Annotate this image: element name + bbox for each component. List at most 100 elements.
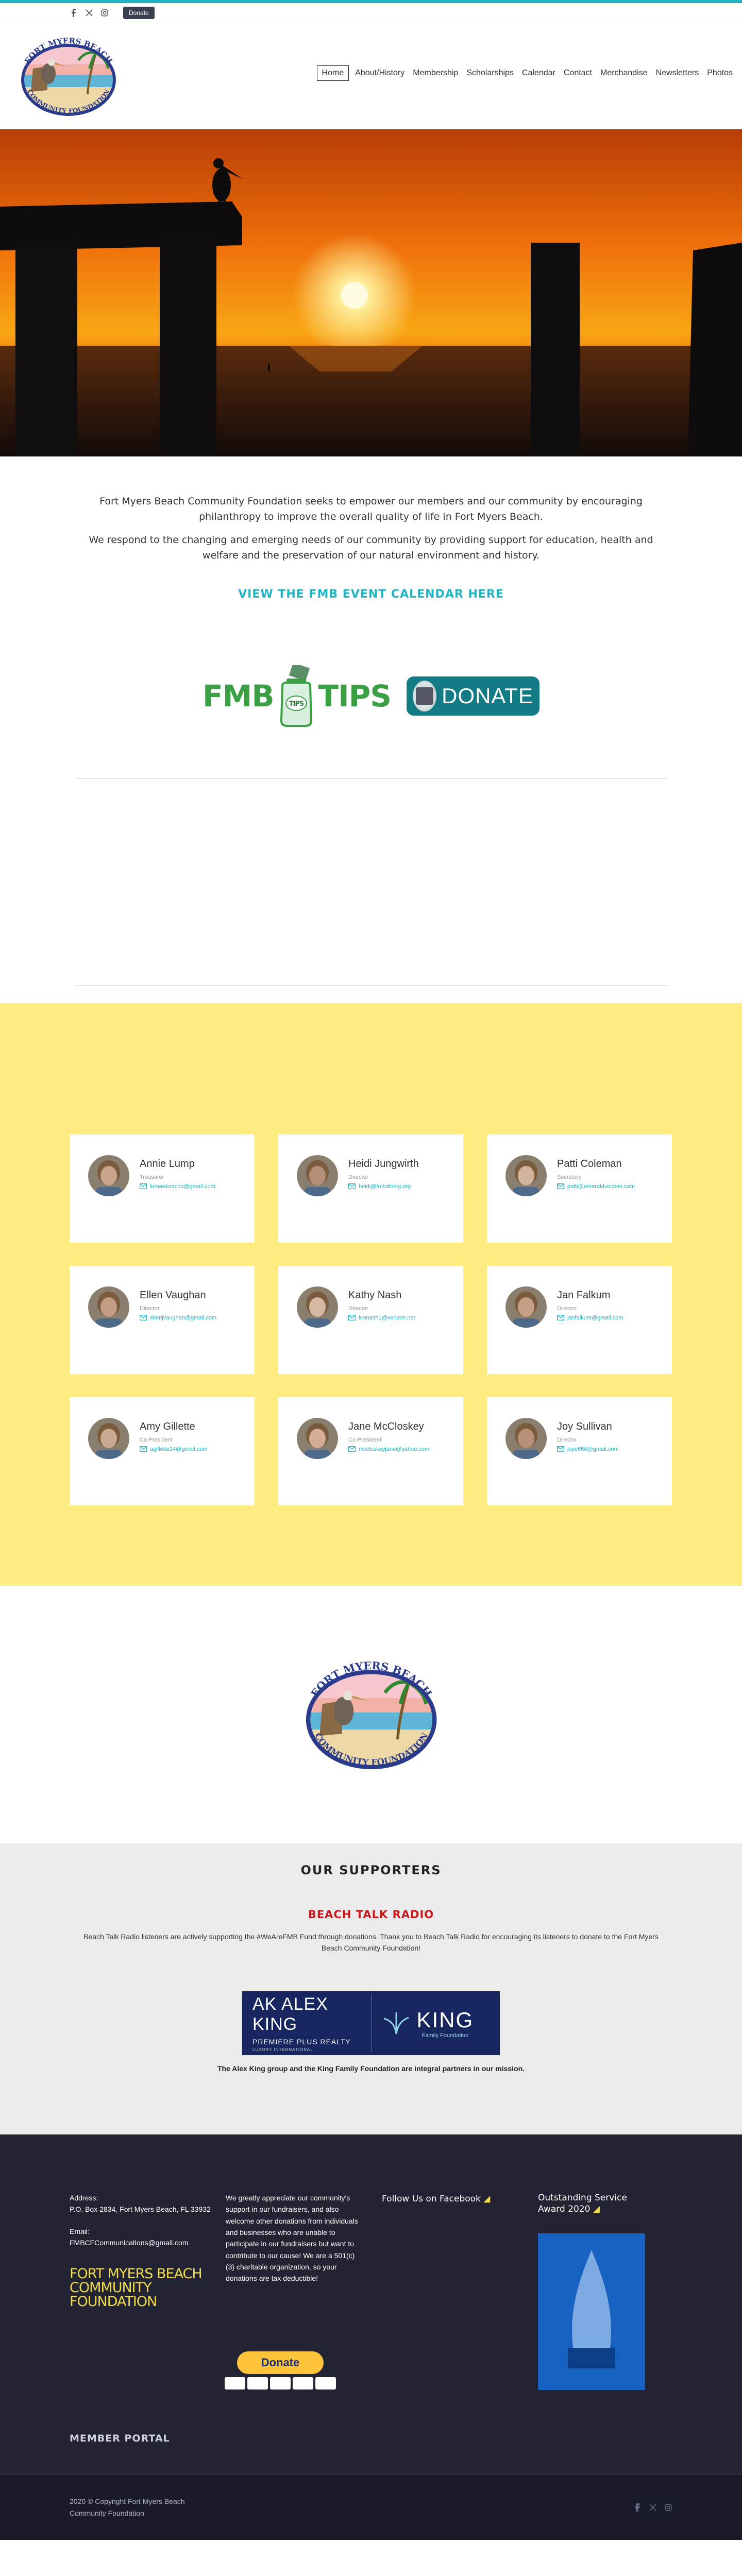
event-calendar-link[interactable]: VIEW THE FMB EVENT CALENDAR HERE: [238, 585, 504, 603]
member-role: Director: [348, 1174, 368, 1180]
member-email[interactable]: lumaekoacho@gmail.com: [140, 1183, 215, 1190]
cursor-icon: ◢: [483, 2193, 491, 2204]
paypal-donate: Donate: [225, 2351, 336, 2389]
site-logo[interactable]: FORT MYERS BEACH COMMUNITY FOUNDATION: [10, 32, 126, 120]
member-info: Jane McCloskey Co-President mccloskeyjane@…: [348, 1418, 429, 1452]
member-info: Annie Lump Treasurer lumaekoacho@gmail.com: [140, 1155, 215, 1190]
member-info: Amy Gillette Co-President agillette24@gmai…: [140, 1418, 207, 1452]
mastercard-icon: [247, 2377, 268, 2389]
member-email-text: agillette24@gmail.com: [150, 1446, 208, 1452]
maestro-icon: [270, 2377, 291, 2389]
avatar: [88, 1286, 129, 1328]
member-info: Ellen Vaughan Director ellenjvaughan@gmail…: [140, 1286, 216, 1321]
avatar: [297, 1155, 338, 1196]
board-member-card: Jane McCloskey Co-President mccloskeyjane@…: [278, 1397, 463, 1505]
member-portal-link[interactable]: MEMBER PORTAL: [70, 2433, 170, 2444]
nav-calendar[interactable]: Calendar: [518, 65, 560, 81]
board-member-card: Heidi Jungwirth Director heidi@fmbdining.o…: [278, 1134, 463, 1243]
paypal-donate-button[interactable]: Donate: [237, 2351, 324, 2374]
instagram-icon[interactable]: [100, 9, 109, 17]
member-role: Treasurer: [140, 1174, 164, 1180]
email-value[interactable]: FMBCFCommunications@gmail.com: [70, 2237, 226, 2248]
member-name: Amy Gillette: [140, 1420, 195, 1432]
member-email[interactable]: ellenjvaughan@gmail.com: [140, 1315, 216, 1321]
fmb-tips-fmb-text: FMB: [203, 678, 275, 714]
board-member-card: Annie Lump Treasurer lumaekoacho@gmail.com: [70, 1134, 255, 1243]
member-name: Jan Falkum: [557, 1289, 611, 1301]
envelope-icon: [557, 1446, 564, 1452]
thanks-text: We greatly appreciate our community's su…: [226, 2193, 358, 2283]
donate-top-button[interactable]: Donate: [123, 7, 155, 19]
member-info: Joy Sullivan Director joye650@gmail.com: [557, 1418, 619, 1452]
amex-icon: [293, 2377, 313, 2389]
board-members-section: Annie Lump Treasurer lumaekoacho@gmail.com…: [0, 1003, 742, 1586]
member-email[interactable]: agillette24@gmail.com: [140, 1446, 207, 1452]
x-icon[interactable]: [649, 2503, 657, 2512]
nav-scholarships[interactable]: Scholarships: [462, 65, 518, 81]
nav-home[interactable]: Home: [316, 65, 349, 81]
nav-membership[interactable]: Membership: [409, 65, 462, 81]
envelope-icon: [557, 1183, 564, 1190]
envelope-icon: [348, 1183, 356, 1190]
follow-facebook-label: Follow Us on Facebook: [382, 2193, 481, 2204]
foundation-logo-large: FORT MYERS BEACH COMMUNITY FOUNDATION: [306, 1659, 437, 1769]
facebook-icon[interactable]: [633, 2503, 642, 2512]
top-bar: Donate: [0, 0, 742, 23]
fmb-tips-logo[interactable]: FMB TIPS TIPS: [203, 665, 392, 727]
alex-king-logo: AK ALEX KING PREMIERE PLUS REALTY LUXURY…: [252, 1994, 372, 2052]
section-divider: [75, 985, 667, 986]
donate-badge-button[interactable]: DONATE: [406, 676, 539, 716]
envelope-icon: [140, 1315, 147, 1321]
member-email[interactable]: heidi@fmbdining.org: [348, 1183, 419, 1190]
member-email[interactable]: kmnash1@verizon.net: [348, 1315, 415, 1321]
envelope-icon: [140, 1446, 147, 1452]
beach-talk-radio-heading[interactable]: BEACH TALK RADIO: [0, 1908, 742, 1921]
instagram-icon[interactable]: [664, 2503, 672, 2512]
award-trophy-image: [538, 2233, 645, 2390]
tip-jar-icon: TIPS: [280, 665, 312, 727]
member-name: Jane McCloskey: [348, 1420, 424, 1432]
donate-badge-label: DONATE: [442, 683, 533, 708]
fmb-tips-tips-text: TIPS: [318, 678, 392, 714]
payment-cards: [225, 2377, 336, 2389]
member-role: Director: [557, 1436, 577, 1443]
member-email[interactable]: mccloskeyjane@yahoo.com: [348, 1446, 429, 1452]
nav-photos[interactable]: Photos: [703, 65, 737, 81]
award-title[interactable]: Outstanding Service Award 2020 ◢: [538, 2192, 641, 2215]
board-member-card: Amy Gillette Co-President agillette24@gmai…: [70, 1397, 255, 1505]
follow-facebook-link[interactable]: Follow Us on Facebook ◢: [382, 2192, 538, 2206]
member-email[interactable]: joye650@gmail.com: [557, 1446, 619, 1452]
member-info: Jan Falkum Director janfalkum@gmail.com: [557, 1286, 623, 1321]
envelope-icon: [348, 1446, 356, 1452]
facebook-icon[interactable]: [70, 9, 78, 17]
luxury-international-text: LUXURY INTERNATIONAL: [252, 2047, 313, 2052]
nav-newsletters[interactable]: Newsletters: [652, 65, 703, 81]
member-email[interactable]: janfalkum@gmail.com: [557, 1315, 623, 1321]
member-info: Heidi Jungwirth Director heidi@fmbdining.o…: [348, 1155, 419, 1190]
avatar: [297, 1417, 338, 1459]
footer-name-line-2: COMMUNITY FOUNDATION: [70, 2280, 157, 2310]
envelope-icon: [557, 1315, 564, 1321]
member-name: Kathy Nash: [348, 1289, 402, 1301]
alex-king-banner[interactable]: AK ALEX KING PREMIERE PLUS REALTY LUXURY…: [242, 1991, 500, 2055]
member-email[interactable]: patti@emeraldvectors.com: [557, 1183, 635, 1190]
nav-contact[interactable]: Contact: [560, 65, 596, 81]
avatar: [88, 1155, 129, 1196]
member-info: Kathy Nash Director kmnash1@verizon.net: [348, 1286, 415, 1321]
member-name: Joy Sullivan: [557, 1420, 612, 1432]
supporters-section: OUR SUPPORTERS BEACH TALK RADIO Beach Ta…: [0, 1843, 742, 2134]
x-icon[interactable]: [85, 9, 93, 17]
section-divider: [75, 778, 667, 779]
palm-leaves-icon: [383, 2012, 409, 2034]
avatar: [297, 1286, 338, 1328]
nav-merchandise[interactable]: Merchandise: [596, 65, 652, 81]
member-email-text: patti@emeraldvectors.com: [567, 1183, 635, 1190]
member-name: Patti Coleman: [557, 1158, 622, 1170]
member-name: Heidi Jungwirth: [348, 1158, 419, 1170]
nav-about-history[interactable]: About/History: [351, 65, 409, 81]
board-cards: Annie Lump Treasurer lumaekoacho@gmail.com…: [70, 1134, 672, 1505]
member-email-text: lumaekoacho@gmail.com: [150, 1183, 215, 1190]
member-email-text: kmnash1@verizon.net: [359, 1314, 415, 1321]
king-name: KING: [416, 2007, 474, 2032]
avatar: [505, 1286, 547, 1328]
